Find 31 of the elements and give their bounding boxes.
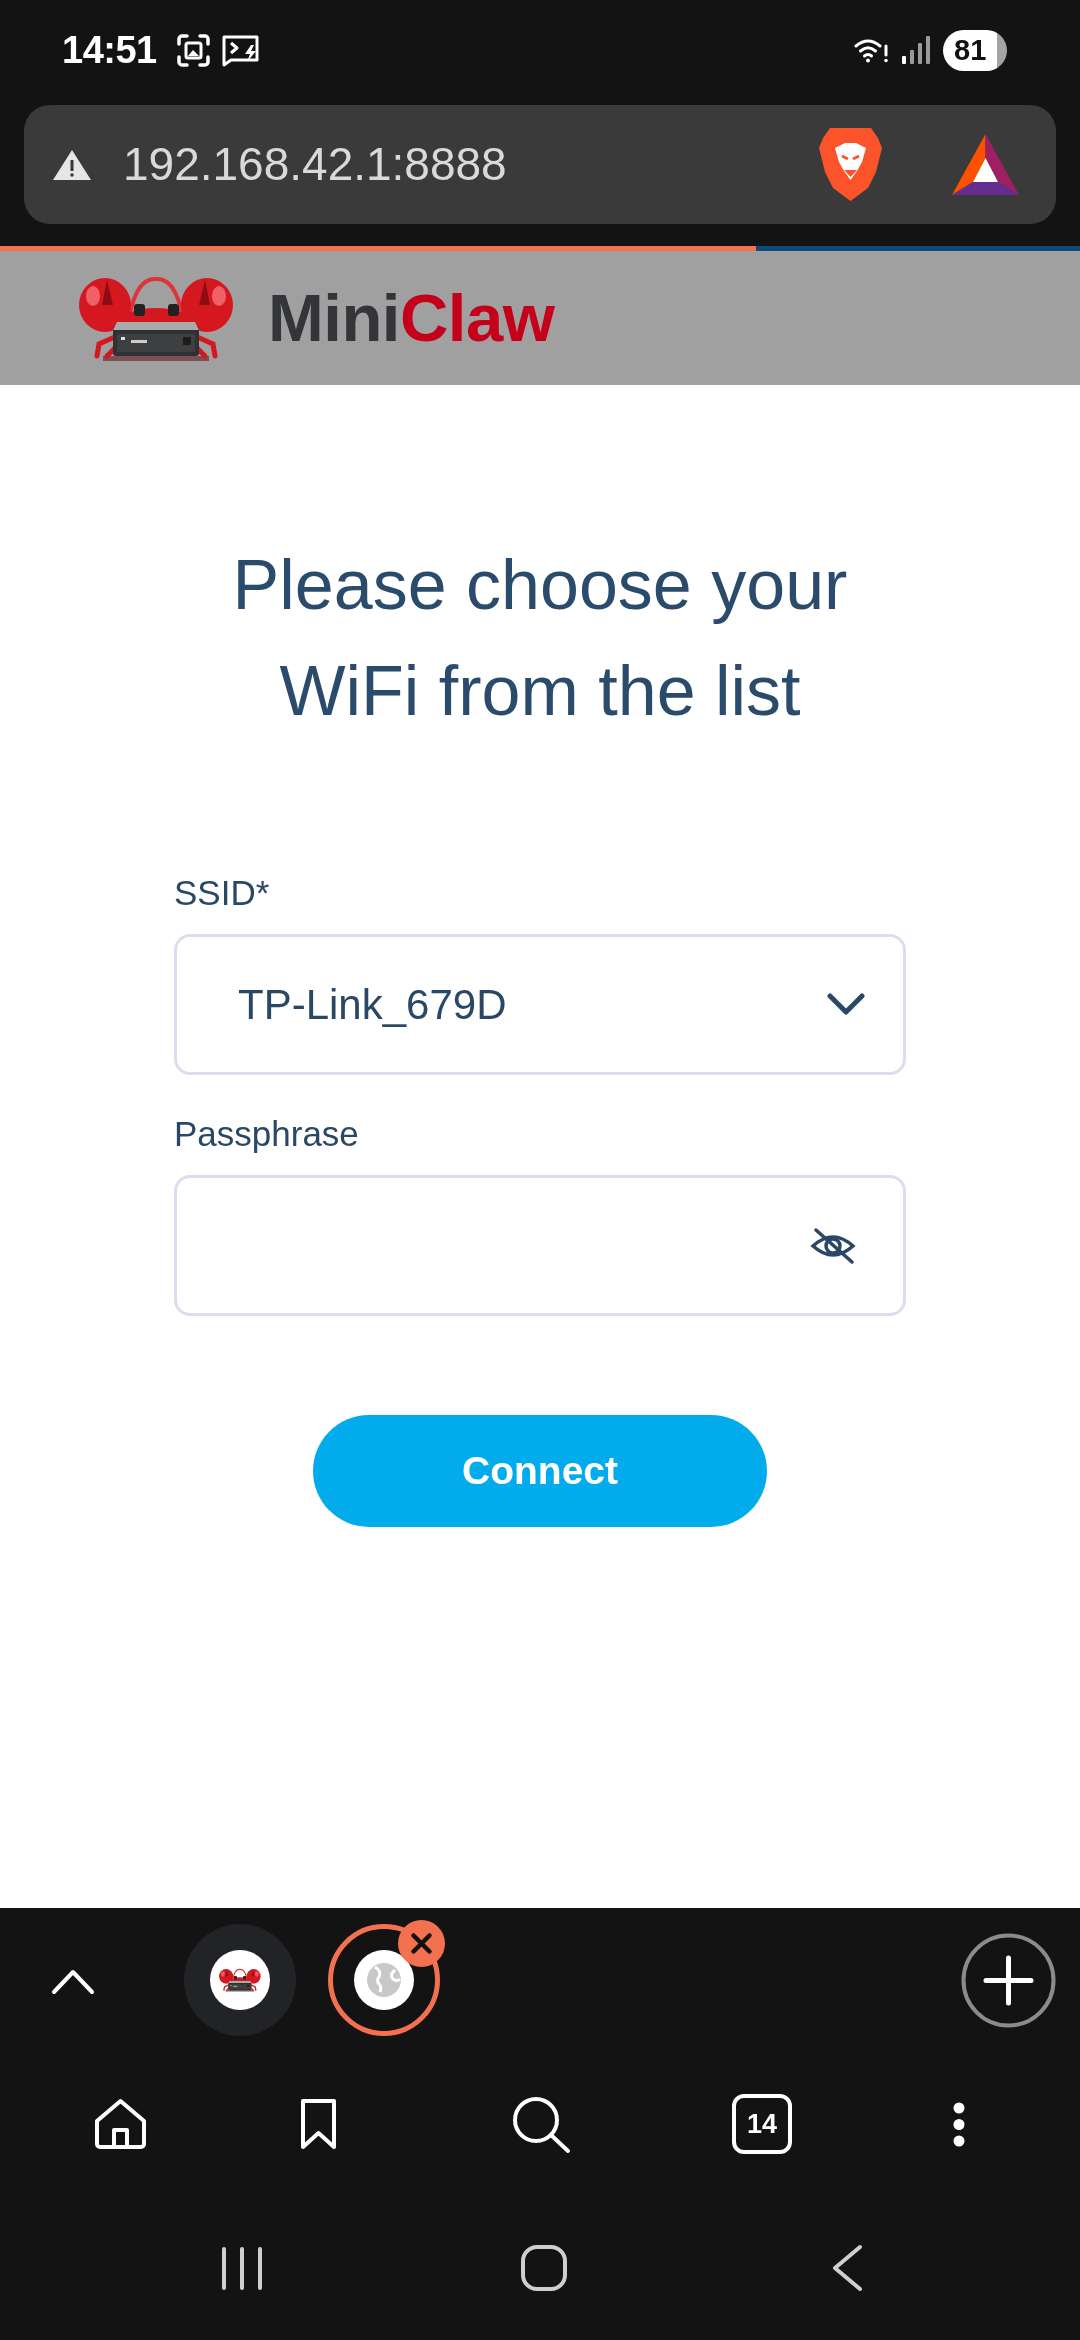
bookmark-icon[interactable] bbox=[299, 2098, 337, 2150]
url-text[interactable]: 192.168.42.1:8888 bbox=[123, 136, 507, 193]
field-label: SSID* bbox=[174, 872, 271, 914]
address-bar[interactable]: 192.168.42.1:8888 bbox=[24, 105, 1056, 224]
recent-apps-icon[interactable] bbox=[220, 2245, 264, 2291]
logo-text: Claw bbox=[399, 280, 555, 356]
chevron-down-icon[interactable] bbox=[827, 993, 865, 1016]
lion-shield-icon[interactable] bbox=[818, 126, 883, 203]
ssid-select[interactable]: TP-Link_679D bbox=[174, 934, 906, 1075]
home-icon[interactable] bbox=[92, 2098, 148, 2150]
triangle-logo-icon[interactable] bbox=[952, 134, 1019, 195]
more-menu-icon[interactable] bbox=[952, 2101, 966, 2147]
back-icon[interactable] bbox=[831, 2244, 863, 2292]
status-time: 14:51 bbox=[62, 31, 157, 69]
eye-slash-icon[interactable] bbox=[809, 1227, 857, 1265]
terminal-icon bbox=[220, 33, 260, 67]
crab-logo-icon bbox=[210, 1950, 270, 2010]
new-tab-icon[interactable] bbox=[961, 1932, 1056, 2028]
field-label: Passphrase bbox=[174, 1113, 360, 1155]
home-button-icon[interactable] bbox=[520, 2244, 568, 2292]
signal-icon bbox=[901, 35, 930, 65]
passphrase-field[interactable] bbox=[174, 1175, 906, 1316]
warning-icon[interactable] bbox=[52, 148, 92, 181]
logo-text: Mini bbox=[268, 280, 400, 356]
globe-icon bbox=[354, 1950, 414, 2010]
battery-indicator: 81 bbox=[943, 29, 1007, 71]
page-heading: Please choose your WiFi from the list bbox=[231, 545, 849, 732]
close-tab-icon[interactable] bbox=[398, 1920, 445, 1967]
search-icon[interactable] bbox=[510, 2094, 572, 2154]
tab-count-button[interactable]: 14 bbox=[732, 2094, 792, 2154]
screenshot-icon bbox=[175, 32, 211, 68]
